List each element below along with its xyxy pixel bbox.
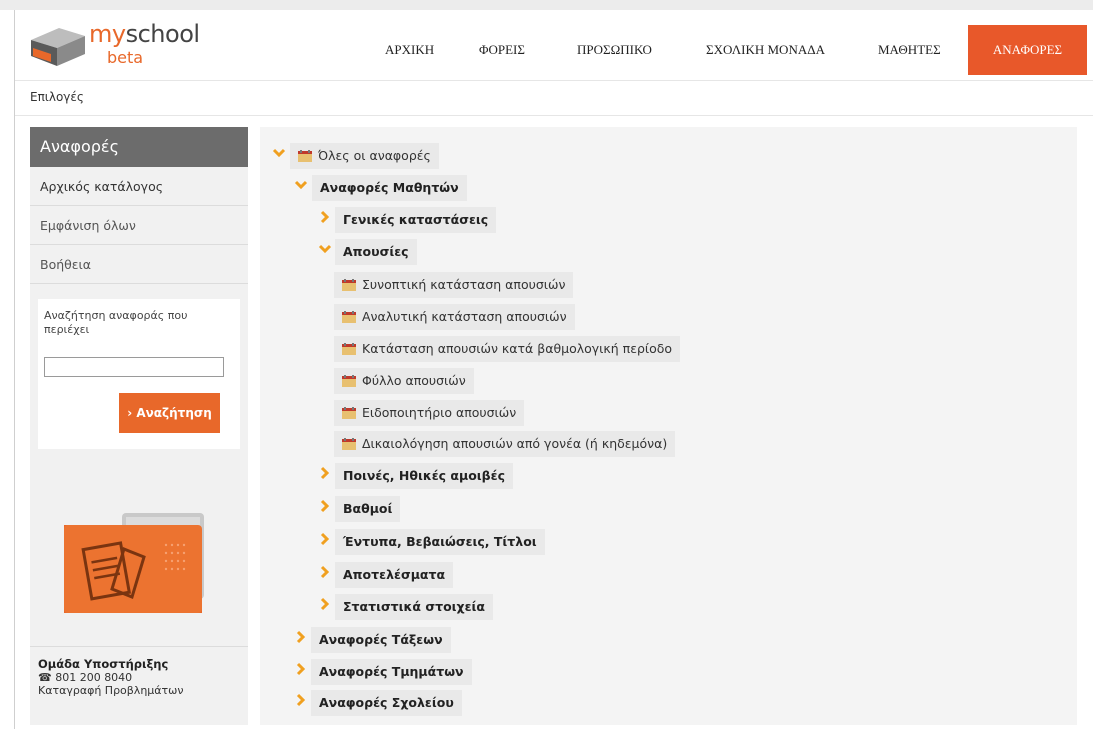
chevron-down-icon[interactable] [318,242,332,256]
logo-mark-icon [31,28,85,66]
search-label: Αναζήτηση αναφοράς που περιέχει [44,309,188,336]
chevron-right-icon[interactable] [318,565,332,579]
sidebar-item-main-catalog[interactable]: Αρχικός κατάλογος [30,167,248,206]
chevron-right-icon[interactable] [294,630,308,644]
chevron-right-icon[interactable] [318,499,332,513]
nav-staff[interactable]: ΠΡΟΣΩΠΙΚΟ [577,26,652,74]
calendar-icon [342,342,356,355]
tree-label[interactable]: Γενικές καταστάσεις [335,207,497,233]
tree-label-text: Ειδοποιητήριο απουσιών [362,405,517,420]
options-bar: Επιλογές [15,80,1093,116]
chevron-down-icon[interactable] [272,146,286,160]
calendar-icon [342,437,356,450]
sidebar-item-show-all[interactable]: Εμφάνιση όλων [30,206,248,245]
support-phone: 801 200 8040 [55,671,133,684]
sidebar: Αναφορές Αρχικός κατάλογος Εμφάνιση όλων… [30,127,248,725]
calendar-icon [342,374,356,387]
sidebar-title: Αναφορές [30,127,248,167]
sidebar-item-help[interactable]: Βοήθεια [30,245,248,284]
options-label[interactable]: Επιλογές [30,90,84,104]
myschool-logo[interactable]: myschool beta [29,20,200,70]
tree-label[interactable]: Αναλυτική κατάσταση απουσιών [334,304,575,330]
tree-label[interactable]: Στατιστικά στοιχεία [335,594,494,620]
site-header: myschool beta ΑΡΧΙΚΗ ΦΟΡΕΙΣ ΠΡΟΣΩΠΙΚΟ ΣΧ… [15,10,1093,80]
tree-label-text: Συνοπτική κατάσταση απουσιών [362,277,566,292]
chevron-right-icon[interactable] [318,466,332,480]
tree-label[interactable]: Απουσίες [335,239,417,265]
tree-label-text: Κατάσταση απουσιών κατά βαθμολογική περί… [362,341,673,356]
tree-label[interactable]: Αναφορές Τάξεων [311,627,451,653]
tree-label[interactable]: Ειδοποιητήριο απουσιών [334,400,525,426]
logo-wordmark: myschool [89,20,200,48]
support-title: Ομάδα Υποστήριξης [38,657,169,671]
report-search-box: Αναζήτηση αναφοράς που περιέχει › Αναζήτ… [38,299,240,449]
logo-beta: beta [107,48,144,67]
chevron-right-icon[interactable] [294,662,308,676]
nav-bodies[interactable]: ΦΟΡΕΙΣ [479,26,525,74]
reports-folder-icon [64,513,204,613]
reports-tree-panel: Όλες οι αναφορές Αναφορές Μαθητών Γενικέ… [260,127,1077,725]
nav-school-unit[interactable]: ΣΧΟΛΙΚΗ ΜΟΝΑΔΑ [706,26,825,74]
tree-label[interactable]: Βαθμοί [335,496,401,522]
chevron-right-icon[interactable] [318,210,332,224]
chevron-right-icon: › [127,406,133,420]
tree-label[interactable]: Αναφορές Τμημάτων [311,659,472,685]
logo-school: school [125,20,200,48]
nav-reports[interactable]: ΑΝΑΦΟΡΕΣ [968,25,1087,75]
chevron-down-icon[interactable] [294,178,308,192]
calendar-icon [342,278,356,291]
tree-label[interactable]: Αναφορές Μαθητών [312,175,467,201]
tree-label[interactable]: Όλες οι αναφορές [290,143,439,169]
calendar-icon [298,149,312,162]
search-button[interactable]: › Αναζήτηση [119,393,220,433]
search-input[interactable] [44,357,224,377]
tree-label[interactable]: Συνοπτική κατάσταση απουσιών [334,272,574,298]
support-phone-row: ☎ 801 200 8040 [38,671,184,684]
tree-label-text: Δικαιολόγηση απουσιών από γονέα (ή κηδεμ… [362,436,668,451]
nav-home[interactable]: ΑΡΧΙΚΗ [385,26,434,74]
logo-my: my [89,20,126,48]
active-nav-caret [1011,63,1027,71]
chevron-right-icon[interactable] [318,532,332,546]
tree-label[interactable]: Φύλλο απουσιών [334,368,474,394]
tree-label[interactable]: Δικαιολόγηση απουσιών από γονέα (ή κηδεμ… [334,431,676,457]
top-strip [0,0,1093,10]
support-info: Ομάδα Υποστήριξης ☎ 801 200 8040 Καταγρα… [38,657,184,698]
chevron-right-icon[interactable] [318,597,332,611]
support-issue-link[interactable]: Καταγραφή Προβλημάτων [38,684,184,697]
tree-label[interactable]: Ποινές, Ηθικές αμοιβές [335,463,513,489]
tree-label-text: Φύλλο απουσιών [362,373,466,388]
phone-icon: ☎ [38,671,52,684]
calendar-icon [342,310,356,323]
tree-label[interactable]: Έντυπα, Βεβαιώσεις, Τίτλοι [335,529,545,555]
tree-label[interactable]: Αναφορές Σχολείου [311,690,462,716]
page-left-border [14,10,15,729]
tree-label-text: Όλες οι αναφορές [318,148,431,163]
calendar-icon [342,406,356,419]
chevron-right-icon[interactable] [294,693,308,707]
search-button-label: Αναζήτηση [136,406,212,420]
tree-label[interactable]: Αποτελέσματα [335,562,454,588]
tree-label-text: Αναλυτική κατάσταση απουσιών [362,309,567,324]
sidebar-divider [30,646,248,647]
tree-label[interactable]: Κατάσταση απουσιών κατά βαθμολογική περί… [334,336,681,362]
nav-students[interactable]: ΜΑΘΗΤΕΣ [878,26,941,74]
